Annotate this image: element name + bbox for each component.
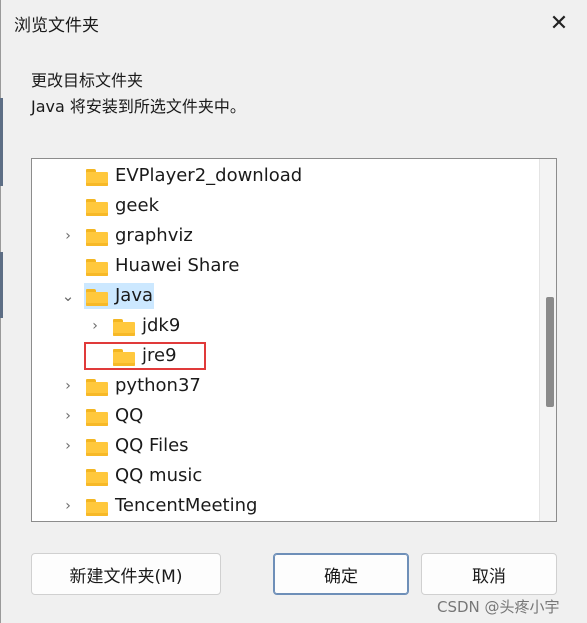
tree-scrollbar[interactable] xyxy=(539,159,556,521)
folder-icon xyxy=(86,259,108,276)
chevron-right-icon[interactable]: › xyxy=(61,437,75,455)
folder-icon xyxy=(86,379,108,396)
tree-item-jdk9[interactable]: › jdk9 xyxy=(32,311,540,341)
tree-item-qq-files[interactable]: › QQ Files xyxy=(32,431,540,461)
chevron-right-icon[interactable]: › xyxy=(61,377,75,395)
tree-item-label: geek xyxy=(115,195,159,216)
tree-item-label: EVPlayer2_download xyxy=(115,165,303,186)
background-window-strip xyxy=(0,98,3,186)
folder-tree[interactable]: EVPlayer2_download geek › graphviz Huawe… xyxy=(31,158,557,522)
description-line-1: 更改目标文件夹 xyxy=(31,71,144,90)
tree-item-label: graphviz xyxy=(115,225,193,246)
chevron-right-icon[interactable]: › xyxy=(88,317,102,335)
close-icon[interactable]: ✕ xyxy=(536,6,582,40)
tree-item-label: QQ music xyxy=(115,465,203,486)
tree-item-label: TencentMeeting xyxy=(115,495,258,516)
tree-item-label: QQ Files xyxy=(115,435,189,456)
folder-icon xyxy=(86,229,108,246)
chevron-down-icon[interactable]: ⌄ xyxy=(61,287,75,305)
tree-item-java[interactable]: ⌄ Java xyxy=(32,281,540,311)
tree-item-qq-music[interactable]: QQ music xyxy=(32,461,540,491)
new-folder-button[interactable]: 新建文件夹(M) xyxy=(31,553,221,595)
watermark: CSDN @头疼小宇 xyxy=(437,598,560,616)
tree-item-label: jdk9 xyxy=(142,315,181,336)
background-window-strip xyxy=(0,252,3,318)
scrollbar-thumb[interactable] xyxy=(546,297,554,407)
tree-item-label: Huawei Share xyxy=(115,255,240,276)
description-line-2: Java 将安装到所选文件夹中。 xyxy=(31,97,246,116)
chevron-right-icon[interactable]: › xyxy=(61,407,75,425)
ok-button[interactable]: 确定 xyxy=(273,553,409,595)
tree-item-tencentmeeting[interactable]: › TencentMeeting xyxy=(32,491,540,521)
chevron-right-icon[interactable]: › xyxy=(61,497,75,515)
folder-icon xyxy=(86,439,108,456)
folder-icon xyxy=(86,499,108,516)
dialog-titlebar: 浏览文件夹 ✕ xyxy=(0,0,587,48)
tree-item-python37[interactable]: › python37 xyxy=(32,371,540,401)
chevron-right-icon[interactable]: › xyxy=(61,227,75,245)
tree-item-graphviz[interactable]: › graphviz xyxy=(32,221,540,251)
folder-icon xyxy=(86,289,108,306)
folder-icon xyxy=(86,199,108,216)
dialog-title: 浏览文件夹 xyxy=(14,16,99,36)
tree-item-label: Java xyxy=(115,285,154,306)
folder-icon xyxy=(86,469,108,486)
folder-icon xyxy=(113,319,135,336)
tree-item-geek[interactable]: geek xyxy=(32,191,540,221)
tree-item-qq[interactable]: › QQ xyxy=(32,401,540,431)
tree-item-evplayer2-download[interactable]: EVPlayer2_download xyxy=(32,161,540,191)
folder-icon xyxy=(86,169,108,186)
tree-item-label: python37 xyxy=(115,375,201,396)
cancel-button[interactable]: 取消 xyxy=(421,553,557,595)
red-highlight-box xyxy=(84,342,206,370)
folder-icon xyxy=(86,409,108,426)
tree-item-huawei-share[interactable]: Huawei Share xyxy=(32,251,540,281)
tree-item-label: QQ xyxy=(115,405,144,426)
